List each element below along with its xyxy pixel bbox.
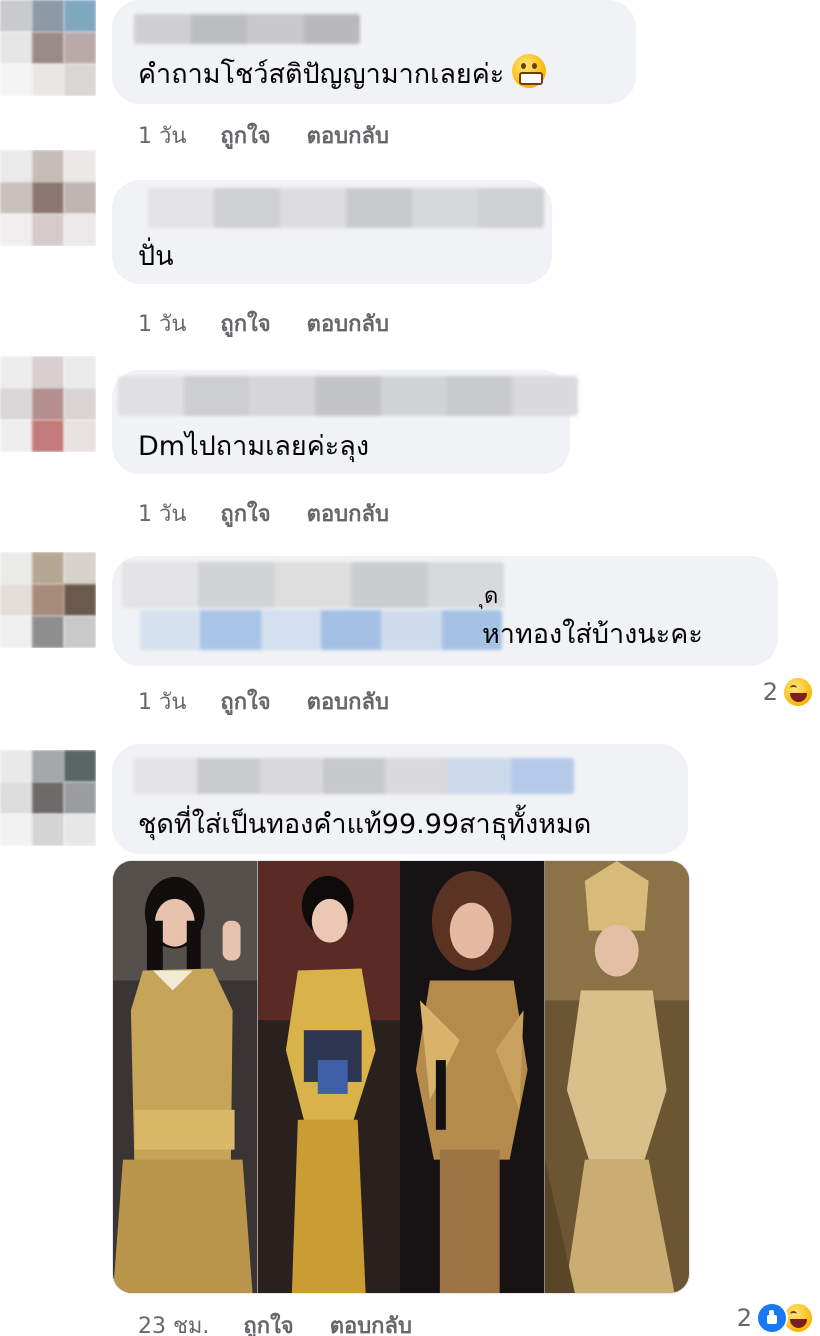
like-button[interactable]: ถูกใจ xyxy=(220,306,270,341)
comment-text-line2: หาทองใส่บ้างนะคะ xyxy=(482,619,703,650)
reaction-summary[interactable]: 2 xyxy=(763,676,814,708)
comment-bubble: ุด หาทองใส่บ้างนะคะ xyxy=(112,556,778,666)
reply-button[interactable]: ตอบกลับ xyxy=(330,1308,412,1336)
photo-panel-3 xyxy=(400,861,545,1293)
comment-actions: 1 วัน ถูกใจ ตอบกลับ xyxy=(138,306,425,341)
avatar[interactable] xyxy=(0,150,96,246)
reply-button[interactable]: ตอบกลับ xyxy=(307,306,389,341)
comment-actions: 1 วัน ถูกใจ ตอบกลับ xyxy=(138,684,425,719)
comment-text: ปั่น xyxy=(138,241,174,272)
comment-text: คำถามโชว์สติปัญญามากเลยค่ะ xyxy=(138,54,547,92)
avatar[interactable] xyxy=(0,0,96,96)
like-button[interactable]: ถูกใจ xyxy=(220,684,270,719)
photo-panel-2 xyxy=(257,861,400,1293)
reply-button[interactable]: ตอบกลับ xyxy=(307,496,389,531)
haha-reaction-icon xyxy=(782,676,814,708)
like-button[interactable]: ถูกใจ xyxy=(243,1308,293,1336)
comment-time[interactable]: 1 วัน xyxy=(138,118,186,153)
reply-button[interactable]: ตอบกลับ xyxy=(307,118,389,153)
comment-time[interactable]: 1 วัน xyxy=(138,496,186,531)
comment-text: Dmไปถามเลยค่ะลุง xyxy=(138,431,370,462)
grinning-emoji-icon xyxy=(512,54,547,88)
redacted-author-name[interactable] xyxy=(134,14,360,44)
redacted-text xyxy=(140,610,502,650)
comment-bubble: Dmไปถามเลยค่ะลุง xyxy=(112,370,578,474)
comment-bubble: ปั่น xyxy=(112,180,552,284)
comment-time[interactable]: 23 ชม. xyxy=(138,1308,209,1336)
comment-actions: 1 วัน ถูกใจ ตอบกลับ xyxy=(138,496,425,531)
photo-panel-1 xyxy=(113,861,258,1293)
comment-actions: 23 ชม. ถูกใจ ตอบกลับ xyxy=(138,1308,448,1336)
reaction-summary[interactable]: 2 xyxy=(737,1302,814,1334)
reply-button[interactable]: ตอบกลับ xyxy=(307,684,389,719)
reaction-count: 2 xyxy=(736,1304,752,1332)
redacted-author-name[interactable] xyxy=(148,188,544,228)
like-button[interactable]: ถูกใจ xyxy=(220,496,270,531)
comment-text-line1: ุด xyxy=(484,584,499,609)
like-button[interactable]: ถูกใจ xyxy=(220,118,270,153)
redacted-author-name[interactable] xyxy=(118,376,578,416)
comment-time[interactable]: 1 วัน xyxy=(138,684,186,719)
comment-bubble: ชุดที่ใส่เป็นทองคำแท้99.99สาธุทั้งหมด xyxy=(112,744,688,854)
attached-photo[interactable] xyxy=(112,860,690,1294)
avatar[interactable] xyxy=(0,356,96,452)
comment-time[interactable]: 1 วัน xyxy=(138,306,186,341)
redacted-author-name[interactable] xyxy=(134,758,574,794)
photo-panel-4 xyxy=(544,861,689,1293)
comment-bubble: คำถามโชว์สติปัญญามากเลยค่ะ xyxy=(112,0,636,104)
avatar[interactable] xyxy=(0,552,96,648)
comment-text: ชุดที่ใส่เป็นทองคำแท้99.99สาธุทั้งหมด xyxy=(138,809,592,840)
reaction-count: 2 xyxy=(762,678,778,706)
redacted-author-name[interactable] xyxy=(122,562,504,608)
like-reaction-icon xyxy=(756,1302,788,1334)
comment-actions: 1 วัน ถูกใจ ตอบกลับ xyxy=(138,118,425,153)
avatar[interactable] xyxy=(0,750,96,846)
